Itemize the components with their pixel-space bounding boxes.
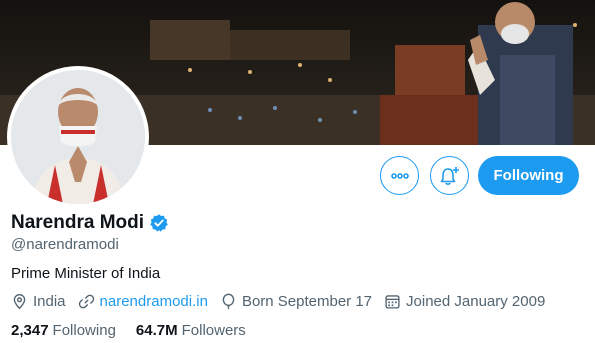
verified-badge-icon bbox=[150, 214, 168, 232]
profile-name-row: Narendra Modi bbox=[11, 212, 169, 234]
followers-label: Followers bbox=[181, 322, 246, 339]
followers-count: 64.7M bbox=[135, 322, 178, 339]
balloon-icon bbox=[222, 293, 235, 310]
avatar-frame[interactable] bbox=[7, 66, 149, 208]
notification-bell-icon bbox=[440, 166, 459, 185]
location-item: India bbox=[11, 293, 66, 310]
following-stat[interactable]: 2,347 Following bbox=[11, 322, 116, 339]
following-button[interactable]: Following bbox=[478, 156, 579, 195]
followers-stat[interactable]: 64.7M Followers bbox=[136, 322, 246, 339]
profile-meta: India narendramodi.in Born September 17 … bbox=[11, 293, 557, 310]
more-options-button[interactable] bbox=[380, 156, 419, 195]
birthday-text: Born September 17 bbox=[241, 293, 373, 310]
birthday-item: Born September 17 bbox=[220, 293, 372, 310]
joined-text: Joined January 2009 bbox=[406, 293, 546, 310]
avatar-image bbox=[11, 70, 145, 204]
joined-item: Joined January 2009 bbox=[384, 293, 545, 310]
more-icon bbox=[390, 172, 409, 179]
calendar-icon bbox=[385, 295, 400, 309]
website-item[interactable]: narendramodi.in bbox=[78, 293, 208, 310]
website-link[interactable]: narendramodi.in bbox=[100, 293, 208, 310]
notifications-button[interactable] bbox=[430, 156, 469, 195]
following-label: Following bbox=[52, 322, 116, 339]
location-text: India bbox=[33, 293, 66, 310]
avatar bbox=[11, 70, 145, 204]
profile-name: Narendra Modi bbox=[11, 212, 145, 233]
profile-bio: Prime Minister of India bbox=[11, 265, 161, 282]
link-icon bbox=[78, 294, 94, 309]
following-count: 2,347 bbox=[11, 322, 49, 339]
profile-stats: 2,347 Following 64.7M Followers bbox=[11, 322, 266, 339]
location-pin-icon bbox=[13, 294, 26, 310]
profile-handle: @narendramodi bbox=[11, 236, 119, 253]
